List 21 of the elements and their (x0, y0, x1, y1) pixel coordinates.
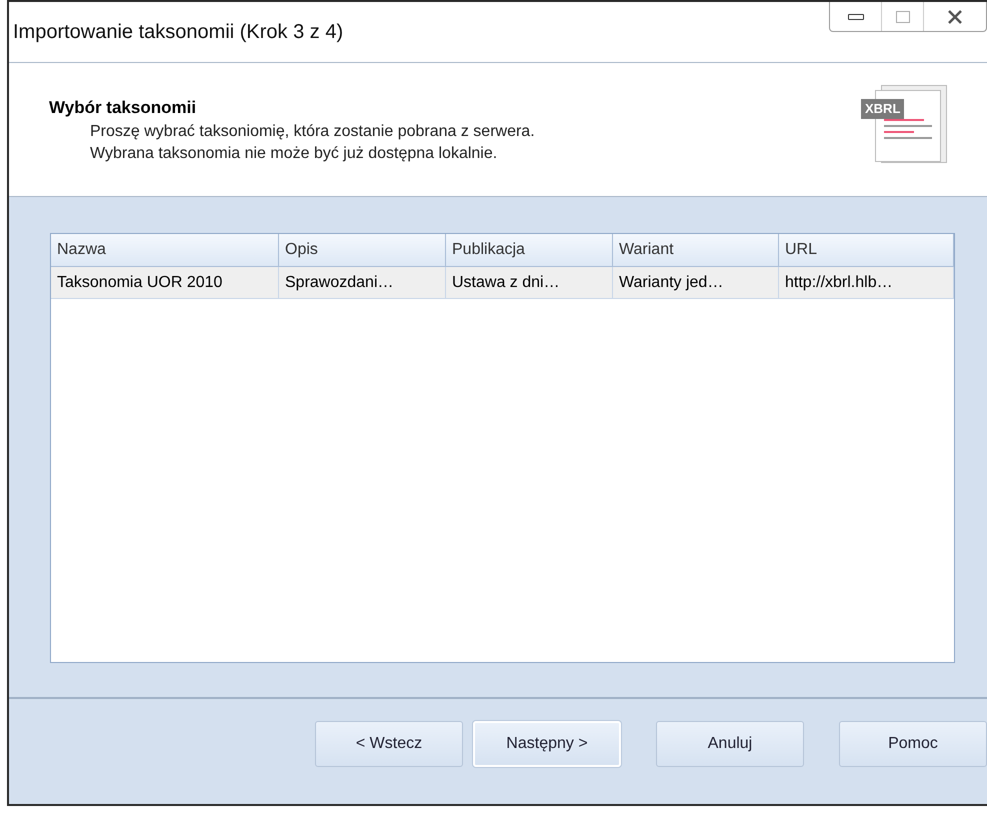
column-header[interactable]: Opis (279, 234, 446, 266)
column-header[interactable]: URL (779, 234, 954, 266)
column-header[interactable]: Wariant (613, 234, 779, 266)
step-description: Proszę wybrać taksoniomię, która zostanie pobrana z serwera. (89, 122, 535, 142)
table-cell: Ustawa z dni… (446, 267, 613, 298)
table-cell: http://xbrl.hlb… (779, 267, 954, 298)
table-row[interactable]: Taksonomia UOR 2010 Sprawozdani… Ustawa z dni… Warianty jed… http://xbrl.hlb… (51, 267, 954, 299)
close-icon (947, 10, 963, 24)
window-title: Importowanie taksonomii (Krok 3 z 4) (13, 20, 344, 45)
table-cell: Taksonomia UOR 2010 (51, 267, 279, 298)
step-title: Wybór taksonomii (49, 97, 198, 119)
xbrl-badge: XBRL (861, 99, 904, 118)
wizard-button[interactable]: < Wstecz (315, 721, 463, 767)
wizard-button[interactable]: Pomoc (839, 721, 987, 767)
wizard-button[interactable]: Następny > (473, 721, 621, 767)
column-header[interactable]: Nazwa (51, 234, 279, 266)
table-cell: Sprawozdani… (279, 267, 446, 298)
wizard-button[interactable]: Anuluj (656, 721, 804, 767)
column-header[interactable]: Publikacja (446, 234, 613, 266)
table-cell: Warianty jed… (613, 267, 779, 298)
step-description: Wybrana taksonomia nie może być już dostępna lokalnie. (89, 144, 498, 164)
